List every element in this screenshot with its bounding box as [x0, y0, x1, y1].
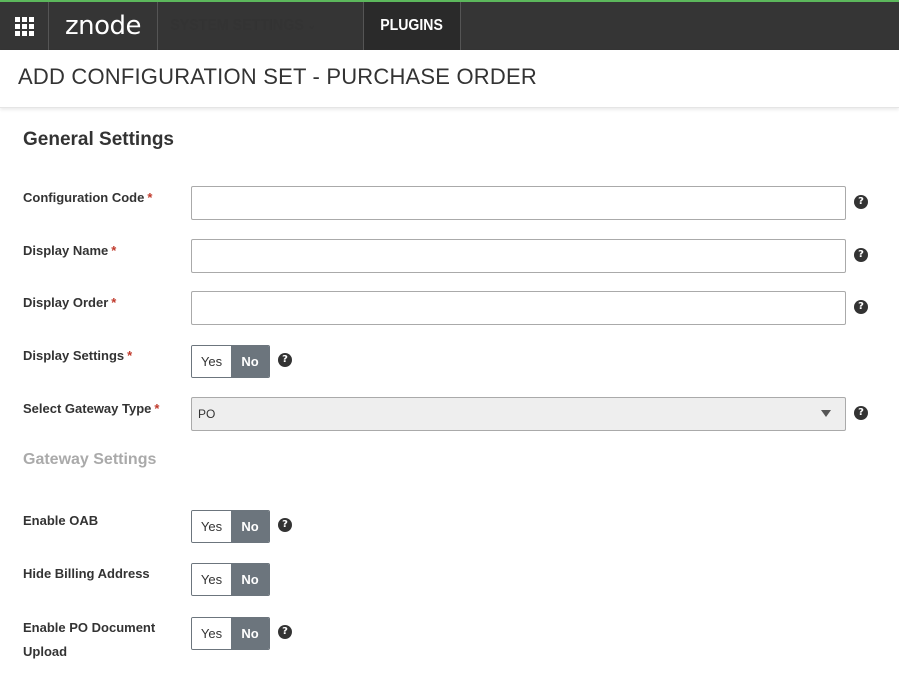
help-icon[interactable]: ?	[278, 353, 292, 367]
top-nav: znode SYSTEM SETTINGS ⌄ PLUGINS	[0, 0, 899, 50]
help-icon[interactable]: ?	[278, 625, 292, 639]
required-mark: *	[111, 295, 117, 310]
display-order-input[interactable]	[191, 291, 846, 325]
toggle-yes[interactable]: Yes	[192, 346, 231, 377]
gateway-type-select[interactable]: PO	[191, 397, 846, 431]
gateway-settings-heading: Gateway Settings	[23, 451, 157, 468]
nav-plugins-label: PLUGINS	[380, 17, 444, 34]
required-mark: *	[154, 401, 160, 416]
znode-logo[interactable]: znode	[49, 2, 158, 50]
toggle-yes[interactable]: Yes	[192, 564, 231, 595]
enable-po-document-upload-toggle[interactable]: Yes No	[191, 617, 270, 650]
hide-billing-address-toggle[interactable]: Yes No	[191, 563, 270, 596]
gateway-type-label: Select Gateway Type *	[23, 401, 160, 416]
help-icon[interactable]: ?	[278, 518, 292, 532]
required-mark: *	[111, 243, 117, 258]
general-settings-heading: General Settings	[23, 129, 174, 150]
chevron-down-icon: ⌄	[307, 18, 317, 32]
required-mark: *	[127, 348, 133, 363]
enable-oab-toggle[interactable]: Yes No	[191, 510, 270, 543]
title-bar: ADD CONFIGURATION SET - PURCHASE ORDER	[0, 50, 899, 108]
caret-down-icon	[821, 410, 831, 417]
page-title: ADD CONFIGURATION SET - PURCHASE ORDER	[18, 64, 537, 89]
display-name-input[interactable]	[191, 239, 846, 273]
help-icon[interactable]: ?	[854, 406, 868, 420]
enable-po-document-upload-label: Enable PO Document Upload	[23, 620, 156, 659]
nav-system-settings-label: SYSTEM SETTINGS	[170, 17, 304, 34]
hide-billing-address-label: Hide Billing Address	[23, 566, 150, 581]
help-icon[interactable]: ?	[854, 300, 868, 314]
toggle-yes[interactable]: Yes	[192, 618, 231, 649]
help-icon[interactable]: ?	[854, 195, 868, 209]
display-settings-label: Display Settings *	[23, 348, 133, 363]
toggle-no[interactable]: No	[231, 564, 269, 595]
nav-system-settings[interactable]: SYSTEM SETTINGS ⌄	[158, 2, 364, 50]
required-mark: *	[147, 190, 153, 205]
toggle-no[interactable]: No	[231, 511, 269, 542]
nav-plugins[interactable]: PLUGINS	[364, 2, 461, 50]
display-order-label: Display Order *	[23, 295, 117, 310]
gateway-type-value: PO	[198, 407, 216, 421]
display-settings-toggle[interactable]: Yes No	[191, 345, 270, 378]
display-name-label: Display Name *	[23, 243, 117, 258]
configuration-code-input[interactable]	[191, 186, 846, 220]
toggle-no[interactable]: No	[231, 346, 269, 377]
help-icon[interactable]: ?	[854, 248, 868, 262]
enable-oab-label: Enable OAB	[23, 513, 99, 528]
toggle-no[interactable]: No	[231, 618, 269, 649]
toggle-yes[interactable]: Yes	[192, 511, 231, 542]
configuration-code-label: Configuration Code *	[23, 190, 153, 205]
apps-grid-icon[interactable]	[0, 2, 49, 50]
